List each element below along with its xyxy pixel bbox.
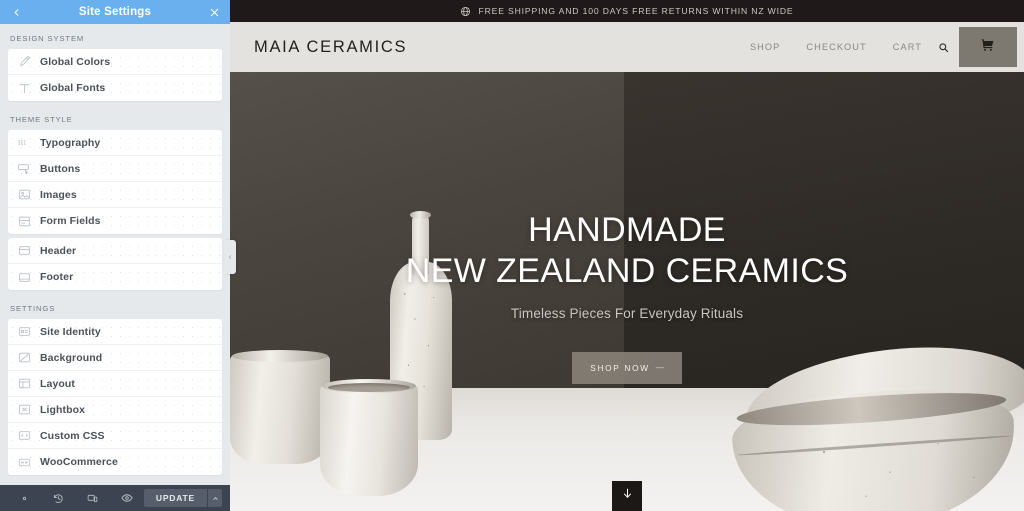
hero-heading: HANDMADE NEW ZEALAND CERAMICS [406, 210, 849, 293]
sidebar-item-footer[interactable]: Footer [8, 264, 222, 290]
sidebar-item-label: Header [40, 244, 77, 257]
form-fields-icon [14, 211, 34, 231]
section-label-design-system: DESIGN SYSTEM [10, 34, 85, 43]
eye-preview-icon[interactable] [110, 485, 144, 511]
panel-footer-toolbar: UPDATE [0, 485, 230, 511]
chevron-left-icon[interactable] [9, 5, 23, 19]
typography-t-icon [14, 78, 34, 98]
header-layout-icon [14, 241, 34, 261]
sidebar-item-label: Global Colors [40, 55, 111, 68]
close-icon[interactable] [207, 5, 221, 19]
history-revert-icon[interactable] [42, 485, 76, 511]
site-settings-panel: Site Settings DESIGN SYSTEM Global Color… [0, 0, 230, 511]
update-button[interactable]: UPDATE [143, 489, 207, 507]
sidebar-item-label: WooCommerce [40, 456, 118, 468]
shopping-cart-icon [981, 38, 995, 57]
elementor-editor: Site Settings DESIGN SYSTEM Global Color… [0, 0, 1024, 511]
settings-group-settings: Site Identity Background Layout Lightbox… [8, 319, 222, 475]
sidebar-item-images[interactable]: Images [8, 182, 222, 208]
site-logo[interactable]: MAIA CERAMICS [254, 38, 407, 57]
site-header: MAIA CERAMICS SHOP CHECKOUT CART [230, 22, 1024, 72]
sidebar-item-label: Custom CSS [40, 429, 105, 442]
search-icon[interactable] [938, 42, 949, 53]
gear-icon[interactable] [8, 485, 42, 511]
paintbrush-icon [14, 52, 34, 72]
sidebar-item-lightbox[interactable]: Lightbox [8, 397, 222, 423]
sidebar-item-label: Images [40, 188, 77, 201]
sidebar-item-background[interactable]: Background [8, 345, 222, 371]
layout-icon [14, 374, 34, 394]
shopping-cart-button[interactable] [959, 27, 1017, 67]
settings-group-theme-layout: Header Footer [8, 238, 222, 290]
button-cursor-icon [14, 159, 34, 179]
globe-icon [460, 6, 471, 17]
background-icon [14, 348, 34, 368]
hero-subtitle: Timeless Pieces For Everyday Rituals [510, 305, 744, 321]
shop-now-label: SHOP NOW [590, 362, 650, 373]
sidebar-item-label: Global Fonts [40, 82, 106, 94]
hero-heading-line-1: HANDMADE [528, 211, 726, 249]
sidebar-item-label: Buttons [40, 162, 81, 175]
sidebar-item-custom-css[interactable]: Custom CSS [8, 423, 222, 449]
announcement-bar: FREE SHIPPING AND 100 DAYS FREE RETURNS … [230, 0, 1024, 22]
sidebar-item-header[interactable]: Header [8, 238, 222, 264]
sidebar-item-label: Form Fields [40, 215, 101, 227]
sidebar-item-label: Site Identity [40, 325, 101, 338]
scroll-down-button[interactable] [612, 481, 642, 511]
lightbox-icon [14, 400, 34, 420]
section-label-theme-style: THEME STYLE [10, 115, 73, 124]
sidebar-item-global-fonts[interactable]: Global Fonts [8, 75, 222, 101]
woocommerce-icon [14, 452, 34, 472]
site-preview-canvas[interactable]: FREE SHIPPING AND 100 DAYS FREE RETURNS … [230, 0, 1024, 511]
svg-text:H1: H1 [18, 139, 27, 147]
sidebar-item-label: Layout [40, 377, 76, 390]
sidebar-item-typography[interactable]: H1 Typography [8, 130, 222, 156]
nav-link-shop[interactable]: SHOP [750, 42, 780, 52]
panel-title: Site Settings [78, 6, 152, 18]
responsive-mode-icon[interactable] [76, 485, 110, 511]
sidebar-item-label: Lightbox [40, 403, 86, 416]
section-label-settings: SETTINGS [10, 304, 56, 313]
panel-header: Site Settings [0, 0, 230, 24]
caret-up-icon[interactable] [207, 489, 222, 507]
arrow-right-icon: — [655, 363, 664, 373]
sidebar-item-label: Footer [40, 271, 74, 283]
nav-link-checkout[interactable]: CHECKOUT [806, 42, 866, 52]
sidebar-item-site-identity[interactable]: Site Identity [8, 319, 222, 345]
announcement-text: FREE SHIPPING AND 100 DAYS FREE RETURNS … [478, 6, 794, 16]
sidebar-item-layout[interactable]: Layout [8, 371, 222, 397]
sidebar-item-global-colors[interactable]: Global Colors [8, 49, 222, 75]
panel-collapse-handle[interactable] [224, 240, 236, 274]
site-identity-icon [14, 322, 34, 342]
footer-layout-icon [14, 267, 34, 287]
sidebar-item-woocommerce[interactable]: WooCommerce [8, 449, 222, 475]
settings-group-design-system: Global Colors Global Fonts [8, 49, 222, 101]
panel-body[interactable]: DESIGN SYSTEM Global Colors Global Fonts… [0, 24, 230, 485]
sidebar-item-form-fields[interactable]: Form Fields [8, 208, 222, 234]
code-icon [14, 426, 34, 446]
nav-link-cart[interactable]: CART [893, 42, 922, 52]
shop-now-button[interactable]: SHOP NOW — [572, 351, 682, 384]
settings-group-theme-style: H1 Typography Buttons Images Form Fields [8, 130, 222, 234]
sidebar-item-label: Background [40, 351, 103, 364]
heading-h1-icon: H1 [14, 133, 34, 153]
main-navigation: SHOP CHECKOUT CART [750, 42, 922, 52]
sidebar-item-buttons[interactable]: Buttons [8, 156, 222, 182]
arrow-down-icon [621, 487, 634, 505]
hero-content: HANDMADE NEW ZEALAND CERAMICS Timeless P… [230, 72, 1024, 511]
hero-heading-line-2: NEW ZEALAND CERAMICS [405, 252, 849, 291]
sidebar-item-label: Typography [40, 136, 101, 149]
hero-section: HANDMADE NEW ZEALAND CERAMICS Timeless P… [230, 72, 1024, 511]
image-icon [14, 185, 34, 205]
